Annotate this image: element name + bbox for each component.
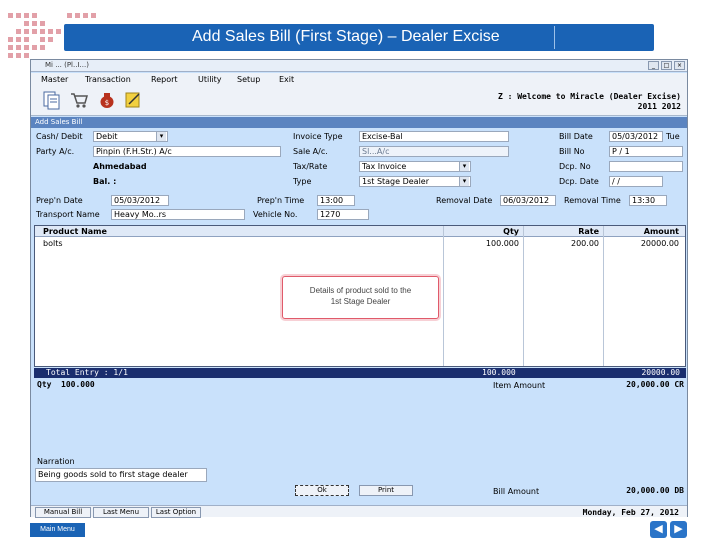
menu-report[interactable]: Report <box>151 75 178 84</box>
title-divider <box>554 26 555 49</box>
prep-time-field[interactable]: 13:00 <box>317 195 355 206</box>
item-amount-label: Item Amount <box>493 381 546 390</box>
window-title: Mi ... (Pl..I...) <box>45 61 89 69</box>
total-qty: 100.000 <box>482 368 516 377</box>
total-entry: Total Entry : 1/1 <box>46 368 128 377</box>
menu-utility[interactable]: Utility <box>198 75 222 84</box>
row-qty[interactable]: 100.000 <box>486 239 519 248</box>
welcome-text: Z : Welcome to Miracle (Dealer Excise) <box>497 92 681 101</box>
narration-field[interactable]: Being goods sold to first stage dealer <box>35 468 207 482</box>
col-amount[interactable]: Amount <box>644 227 679 236</box>
narration-label: Narration <box>37 457 75 466</box>
type-select[interactable]: 1st Stage Dealer <box>359 176 471 187</box>
grid-total-bar: Total Entry : 1/1 100.000 20000.00 <box>34 368 686 378</box>
prep-date-label: Prep'n Date <box>36 196 83 205</box>
close-button[interactable]: × <box>674 61 685 70</box>
bill-no-label: Bill No <box>559 147 585 156</box>
party-city: Ahmedabad <box>93 162 147 171</box>
toolbar: $ Z : Welcome to Miracle (Dealer Excise)… <box>31 86 687 116</box>
edit-note-icon[interactable] <box>123 90 143 110</box>
slide-title: Add Sales Bill (First Stage) – Dealer Ex… <box>192 28 500 45</box>
col-qty[interactable]: Qty <box>503 227 519 236</box>
party-label: Party A/c. <box>36 147 75 156</box>
dcp-no-label: Dcp. No <box>559 162 591 171</box>
status-bar: Manual Bill Last Menu Last Option Monday… <box>31 505 687 518</box>
menu-setup[interactable]: Setup <box>237 75 260 84</box>
row-product-name[interactable]: bolts <box>43 239 63 248</box>
bill-day: Tue <box>666 132 680 141</box>
subform-title-bar: Add Sales Bill <box>31 117 687 128</box>
cash-debit-select[interactable]: Debit <box>93 131 168 142</box>
col-product-name[interactable]: Product Name <box>43 227 107 236</box>
summary-qty-label: Qty <box>37 380 52 389</box>
row-amount[interactable]: 20000.00 <box>641 239 679 248</box>
bill-amount-label: Bill Amount <box>493 487 540 496</box>
subform-title: Add Sales Bill <box>35 118 83 126</box>
invoice-type-label: Invoice Type <box>293 132 343 141</box>
last-menu-button[interactable]: Last Menu <box>93 507 149 518</box>
row-rate[interactable]: 200.00 <box>571 239 599 248</box>
vehicle-label: Vehicle No. <box>253 210 298 219</box>
print-button[interactable]: Print <box>359 485 413 496</box>
callout-line-1: Details of product sold to the <box>309 286 412 295</box>
total-amount: 20000.00 <box>641 368 680 377</box>
main-menu-button[interactable]: Main Menu <box>30 523 85 537</box>
balance-label: Bal. : <box>93 177 117 186</box>
minimize-button[interactable]: _ <box>648 61 659 70</box>
right-arrow-icon[interactable]: ▶ <box>670 521 687 538</box>
document-icon[interactable] <box>41 90 61 110</box>
window-title-bar: Mi ... (Pl..I...) _ □ × <box>31 60 687 72</box>
removal-time-field[interactable]: 13:30 <box>629 195 667 206</box>
dcp-date-label: Dcp. Date <box>559 177 599 186</box>
dcp-no-field[interactable] <box>609 161 683 172</box>
party-field[interactable]: Pinpin (F.H.Str.) A/c <box>93 146 281 157</box>
type-label: Type <box>293 177 312 186</box>
removal-time-label: Removal Time <box>564 196 621 205</box>
sale-ac-label: Sale A/c. <box>293 147 328 156</box>
callout-line-2: 1st Stage Dealer <box>330 297 391 306</box>
left-arrow-icon[interactable]: ◀ <box>650 521 667 538</box>
ok-button[interactable]: Ok <box>295 485 349 496</box>
menu-master[interactable]: Master <box>41 75 68 84</box>
annotation-callout: Details of product sold to the 1st Stage… <box>282 276 439 319</box>
maximize-button[interactable]: □ <box>661 61 672 70</box>
menu-exit[interactable]: Exit <box>279 75 294 84</box>
transport-label: Transport Name <box>36 210 100 219</box>
item-amount-value: 20,000.00 CR <box>626 380 684 389</box>
financial-year: 2011 2012 <box>637 102 681 111</box>
bill-no-field[interactable]: P / 1 <box>609 146 683 157</box>
invoice-type-field[interactable]: Excise-Bal <box>359 131 509 142</box>
menu-transaction[interactable]: Transaction <box>85 75 131 84</box>
status-date: Monday, Feb 27, 2012 <box>582 508 679 517</box>
cash-debit-label: Cash/ Debit <box>36 132 83 141</box>
cart-icon[interactable] <box>69 90 89 110</box>
last-option-button[interactable]: Last Option <box>151 507 201 518</box>
money-bag-icon[interactable]: $ <box>97 90 117 110</box>
dcp-date-field[interactable]: / / <box>609 176 663 187</box>
slide-title-bar: Add Sales Bill (First Stage) – Dealer Ex… <box>64 24 654 51</box>
menu-bar: Master Transaction Report Utility Setup … <box>31 73 687 86</box>
welcome-banner: Z : Welcome to Miracle (Dealer Excise) 2… <box>498 92 681 112</box>
prep-date-field[interactable]: 05/03/2012 <box>111 195 169 206</box>
removal-date-label: Removal Date <box>436 196 493 205</box>
grid-col-divider <box>603 226 604 366</box>
tax-rate-select[interactable]: Tax Invoice <box>359 161 471 172</box>
summary-qty-value: 100.000 <box>61 380 95 389</box>
grid-col-divider <box>443 226 444 366</box>
bill-amount-value: 20,000.00 DB <box>626 486 684 495</box>
bill-date-label: Bill Date <box>559 132 593 141</box>
sale-ac-field[interactable]: Sl...A/c <box>359 146 509 157</box>
transport-field[interactable]: Heavy Mo..rs <box>111 209 245 220</box>
removal-date-field[interactable]: 06/03/2012 <box>500 195 556 206</box>
manual-bill-button[interactable]: Manual Bill <box>35 507 91 518</box>
app-window: Mi ... (Pl..I...) _ □ × Master Transacti… <box>30 59 688 518</box>
bill-date-field[interactable]: 05/03/2012 <box>609 131 663 142</box>
prep-time-label: Prep'n Time <box>257 196 305 205</box>
svg-text:$: $ <box>105 99 109 107</box>
tax-rate-label: Tax/Rate <box>293 162 328 171</box>
col-rate[interactable]: Rate <box>578 227 599 236</box>
vehicle-field[interactable]: 1270 <box>317 209 369 220</box>
grid-col-divider <box>523 226 524 366</box>
